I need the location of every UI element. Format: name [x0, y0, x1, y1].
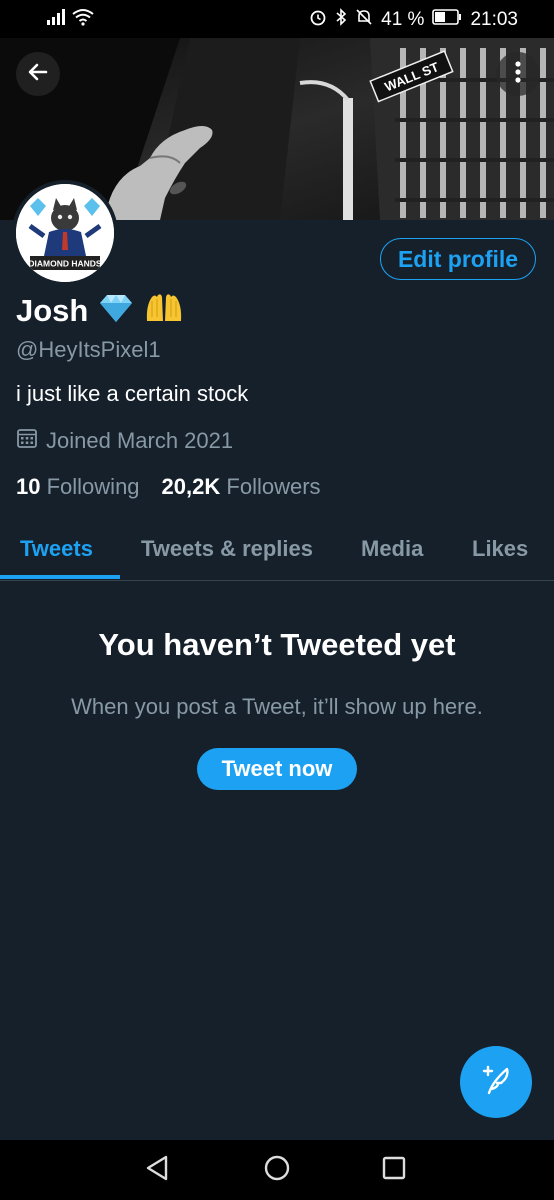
nav-recents-button[interactable]: [374, 1152, 414, 1188]
followers-count: 20,2K: [161, 474, 221, 499]
empty-state-title: You haven’t Tweeted yet: [98, 627, 456, 662]
more-vertical-icon: [514, 60, 522, 89]
circle-home-icon: [263, 1154, 291, 1187]
battery-icon: [432, 9, 462, 31]
tab-tweets-replies[interactable]: Tweets & replies: [141, 536, 313, 562]
square-recents-icon: [381, 1155, 407, 1186]
tab-likes[interactable]: Likes: [472, 536, 528, 562]
wifi-icon: [72, 8, 94, 32]
following-count: 10: [16, 474, 41, 499]
clock: 21:03: [470, 9, 518, 30]
joined-date-row: Joined March 2021: [16, 427, 233, 455]
profile-handle: @HeyItsPixel1: [16, 337, 161, 362]
system-navigation-bar: [0, 1140, 554, 1200]
nav-back-button[interactable]: [137, 1152, 177, 1188]
active-tab-indicator: [0, 575, 120, 579]
followers-link[interactable]: 20,2K Followers: [162, 474, 321, 500]
signal-icon: [46, 9, 66, 31]
status-bar: 41 % 21:03: [0, 0, 554, 38]
nav-home-button[interactable]: [257, 1152, 297, 1188]
following-label: Following: [46, 474, 140, 499]
empty-state-subtitle: When you post a Tweet, it’ll show up her…: [71, 694, 483, 719]
edit-profile-button[interactable]: Edit profile: [380, 238, 536, 280]
raising-hands-emoji: [144, 291, 184, 330]
follow-stats: 10 Following 20,2K Followers: [16, 474, 321, 500]
alarm-icon: [309, 8, 327, 32]
followers-label: Followers: [226, 474, 321, 499]
profile-tabs: Tweets Tweets & replies Media Likes: [0, 520, 554, 581]
tab-media[interactable]: Media: [361, 536, 423, 562]
triangle-back-icon: [144, 1154, 170, 1187]
back-button[interactable]: [16, 52, 60, 96]
calendar-icon: [16, 427, 38, 455]
gem-emoji: [98, 293, 134, 328]
following-link[interactable]: 10 Following: [16, 474, 140, 500]
profile-bio: i just like a certain stock: [16, 381, 249, 406]
tweet-now-button[interactable]: Tweet now: [197, 748, 357, 790]
compose-tweet-button[interactable]: [460, 1046, 532, 1118]
feather-plus-icon: [479, 1063, 513, 1102]
display-name: Josh: [16, 292, 89, 328]
mute-icon: [355, 8, 373, 32]
more-options-button[interactable]: [496, 52, 540, 96]
joined-text: Joined March 2021: [46, 428, 234, 453]
avatar[interactable]: DIAMOND HANDS: [12, 180, 118, 286]
profile-name-row: Josh: [16, 291, 184, 330]
bluetooth-icon: [335, 8, 347, 32]
tab-tweets[interactable]: Tweets: [20, 536, 93, 562]
battery-text: 41 %: [381, 9, 425, 30]
avatar-image: DIAMOND HANDS: [16, 184, 114, 282]
avatar-badge-text: DIAMOND HANDS: [28, 259, 102, 269]
arrow-left-icon: [26, 60, 50, 89]
